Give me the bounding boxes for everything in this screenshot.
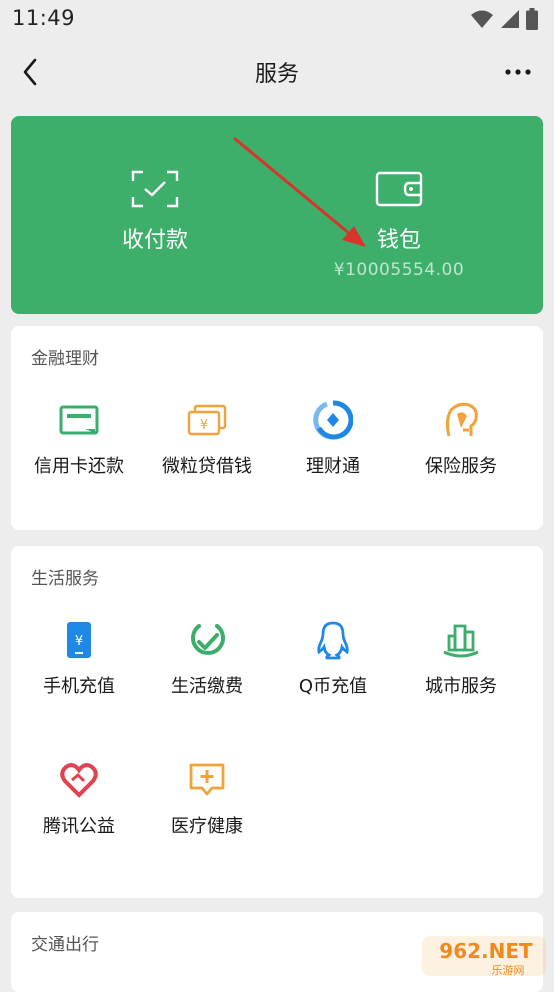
wifi-icon [471, 10, 493, 28]
battery-icon [526, 8, 538, 30]
medical-label: 医疗健康 [171, 816, 243, 837]
status-time: 11:49 [12, 6, 76, 30]
watermark-text: 962.NET [439, 939, 533, 963]
more-dots-icon [505, 69, 531, 75]
wallet-card: 收付款 钱包 ¥10005554.00 [11, 116, 543, 314]
credit-card-icon [59, 405, 99, 435]
licaitong-label: 理财通 [306, 456, 360, 477]
qq-coin-item[interactable]: Q币充值 [269, 620, 397, 698]
scan-pay-icon [131, 170, 179, 208]
wallet-balance: ¥10005554.00 [333, 260, 465, 280]
section-title-finance: 金融理财 [31, 349, 99, 369]
finance-section: 金融理财 信用卡还款 ¥ 微粒贷借钱 理财通 保险服务 [11, 326, 543, 530]
watermark-subtext: 乐游网 [492, 964, 525, 977]
page-title: 服务 [254, 62, 299, 87]
wealth-icon [313, 400, 353, 440]
credit-card-repay-item[interactable]: 信用卡还款 [15, 400, 143, 478]
utility-payment-item[interactable]: 生活缴费 [143, 620, 271, 698]
credit-card-repay-label: 信用卡还款 [34, 456, 124, 477]
phone-recharge-item[interactable]: ¥ 手机充值 [15, 620, 143, 698]
utility-payment-icon [191, 624, 225, 655]
wallet-button[interactable]: 钱包 ¥10005554.00 [299, 168, 499, 280]
charity-icon [60, 763, 98, 798]
qq-coin-icon [317, 621, 349, 660]
charity-item[interactable]: 腾讯公益 [15, 760, 143, 838]
insurance-item[interactable]: 保险服务 [397, 400, 525, 478]
loan-icon: ¥ [187, 404, 227, 436]
insurance-icon [445, 402, 478, 437]
pay-button[interactable]: 收付款 [55, 168, 255, 254]
section-title-transport: 交通出行 [31, 935, 99, 955]
charity-label: 腾讯公益 [43, 816, 115, 837]
wallet-icon [375, 171, 423, 207]
svg-text:¥: ¥ [200, 418, 208, 433]
weilidai-item[interactable]: ¥ 微粒贷借钱 [143, 400, 271, 478]
city-service-item[interactable]: 城市服务 [397, 620, 525, 698]
nav-bar: 服务 [0, 40, 554, 102]
medical-icon [189, 763, 225, 796]
signal-icon [501, 10, 519, 28]
city-service-icon [443, 624, 479, 658]
insurance-label: 保险服务 [425, 456, 497, 477]
status-icons [470, 8, 538, 30]
status-bar: 11:49 [0, 0, 554, 40]
pay-label: 收付款 [121, 228, 188, 253]
watermark-logo: 962.NET 乐游网 [422, 936, 546, 977]
phone-recharge-label: 手机充值 [43, 676, 115, 697]
licaitong-item[interactable]: 理财通 [269, 400, 397, 478]
city-service-label: 城市服务 [425, 676, 497, 697]
weilidai-label: 微粒贷借钱 [162, 456, 252, 477]
utility-payment-label: 生活缴费 [171, 676, 243, 697]
more-button[interactable] [498, 52, 538, 92]
phone-recharge-icon: ¥ [67, 622, 91, 658]
medical-item[interactable]: 医疗健康 [143, 760, 271, 838]
svg-text:¥: ¥ [75, 634, 83, 649]
wallet-label: 钱包 [376, 228, 421, 253]
qq-coin-label: Q币充值 [298, 676, 368, 697]
life-section: 生活服务 ¥ 手机充值 生活缴费 Q币充值 城市服务 腾讯公益 医疗健康 [11, 546, 543, 898]
section-title-life: 生活服务 [31, 569, 99, 589]
